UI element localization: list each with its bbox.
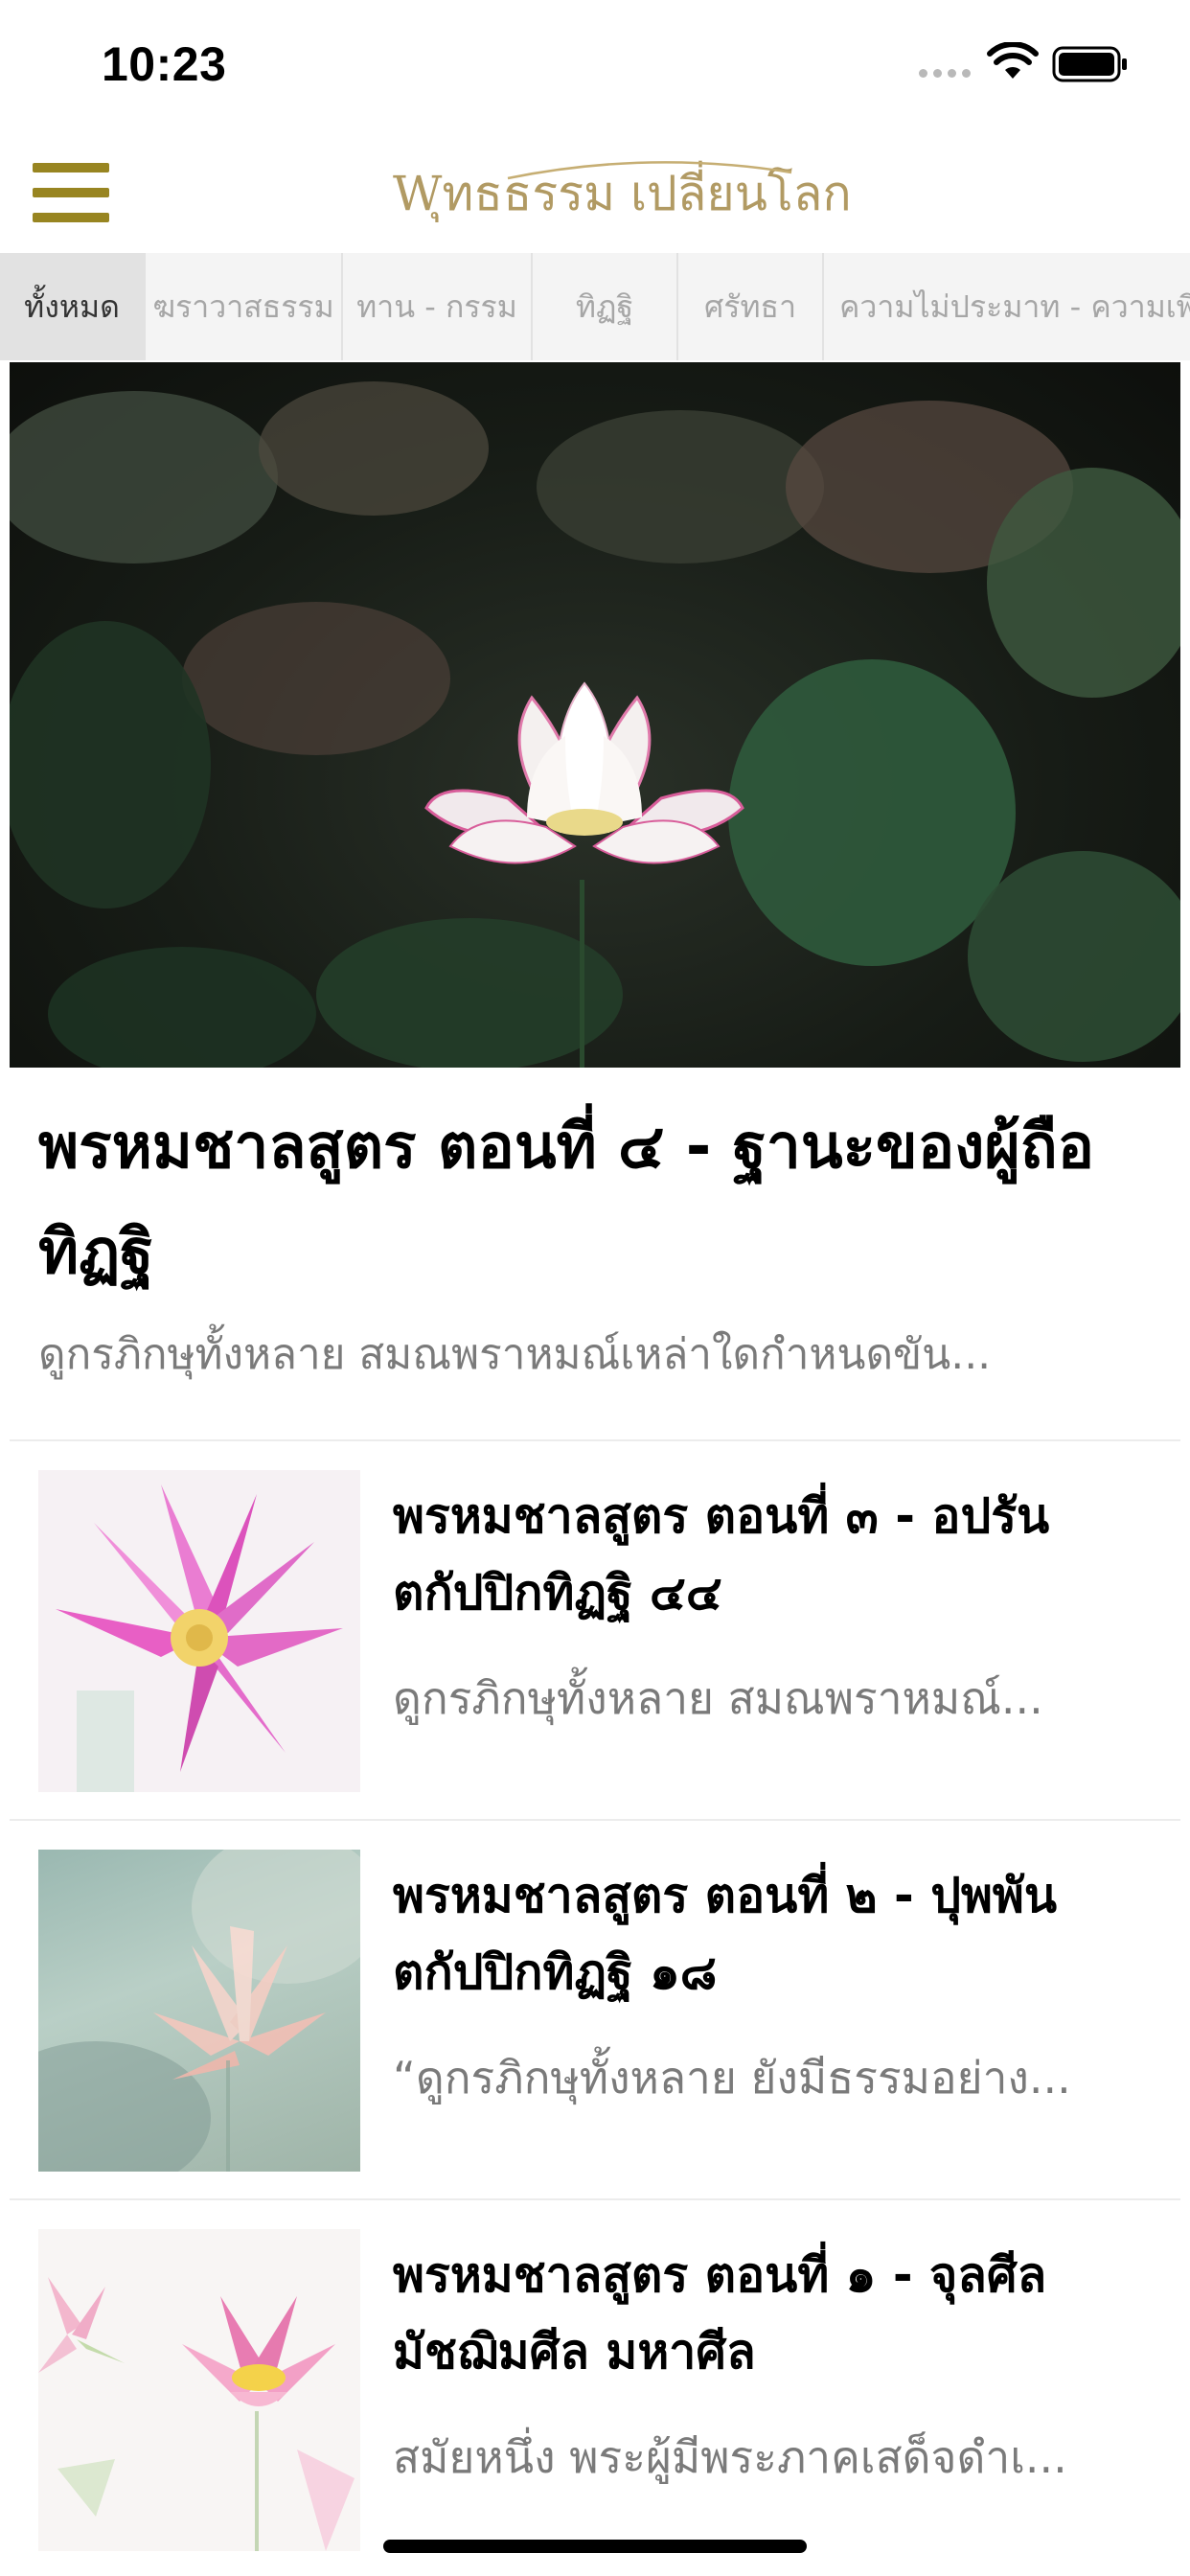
pink-lotus-photo xyxy=(38,1470,360,1792)
featured-image xyxy=(10,362,1180,1068)
article-excerpt: สมัยหนึ่ง พระผู้มีพระภาคเสด็จดำเ... xyxy=(393,2431,1067,2483)
app-screen: 10:23 Wุทธธรรม เปลี่ยนโลก ทั้งหมด ฆราวาส… xyxy=(0,0,1190,2576)
article-thumbnail xyxy=(38,1850,360,2172)
article-title: พรหมชาลสูตร ตอนที่ ๒ - ปุพพันตกัปปิกทิฏฐ… xyxy=(393,1868,1058,2000)
tab-appamada[interactable]: ความไม่ประมาท - ความเพีย xyxy=(824,253,1190,360)
tab-dana-kamma[interactable]: ทาน - กรรม xyxy=(343,253,533,360)
tab-saddha[interactable]: ศรัทธา xyxy=(678,253,824,360)
article-excerpt: “ดูกรภิกษุทั้งหลาย ยังมีธรรมอย่าง... xyxy=(393,2052,1071,2104)
lotus-photo xyxy=(10,381,1180,1068)
article-item-ep2[interactable]: พรหมชาลสูตร ตอนที่ ๒ - ปุพพันตกัปปิกทิฏฐ… xyxy=(10,1821,1180,2200)
article-excerpt: ดูกรภิกษุทั้งหลาย สมณพราหมณ์... xyxy=(393,1672,1043,1724)
misty-lotus-photo xyxy=(38,1850,360,2172)
featured-article[interactable]: พรหมชาลสูตร ตอนที่ ๔ - ฐานะของผู้ถือทิฏฐ… xyxy=(10,362,1180,1439)
featured-title: พรหมชาลสูตร ตอนที่ ๔ - ฐานะของผู้ถือทิฏฐ… xyxy=(38,1112,1095,1288)
article-item-ep3[interactable]: พรหมชาลสูตร ตอนที่ ๓ - อปรันตกัปปิกทิฏฐิ… xyxy=(10,1441,1180,1821)
wifi-icon xyxy=(987,42,1039,79)
tab-lay-dhamma[interactable]: ฆราวาสธรรม xyxy=(146,253,343,360)
logo-arc-icon xyxy=(507,161,792,180)
home-indicator[interactable] xyxy=(383,2540,807,2553)
tab-all[interactable]: ทั้งหมด xyxy=(0,253,146,360)
battery-icon xyxy=(1052,46,1127,82)
hamburger-menu-icon[interactable] xyxy=(33,163,109,222)
watercolor-lotus-photo xyxy=(38,2229,360,2551)
cellular-signal-icon xyxy=(919,69,971,78)
featured-excerpt: ดูกรภิกษุทั้งหลาย สมณพราหมณ์เหล่าใดกำหนด… xyxy=(38,1330,992,1379)
article-item-ep1[interactable]: พรหมชาลสูตร ตอนที่ ๑ - จุลศีล มัชฌิมศีล … xyxy=(10,2200,1180,2576)
app-header: Wุทธธรรม เปลี่ยนโลก xyxy=(0,126,1190,253)
tab-ditthi[interactable]: ทิฏฐิ xyxy=(533,253,678,360)
article-thumbnail xyxy=(38,1470,360,1792)
status-time: 10:23 xyxy=(102,37,227,91)
article-thumbnail xyxy=(38,2229,360,2551)
status-bar: 10:23 xyxy=(0,0,1190,126)
app-logo: Wุทธธรรม เปลี่ยนโลก xyxy=(393,155,852,232)
category-tabs: ทั้งหมด ฆราวาสธรรม ทาน - กรรม ทิฏฐิ ศรัท… xyxy=(0,253,1190,360)
article-title: พรหมชาลสูตร ตอนที่ ๓ - อปรันตกัปปิกทิฏฐิ… xyxy=(393,1488,1050,1621)
article-title: พรหมชาลสูตร ตอนที่ ๑ - จุลศีล มัชฌิมศีล … xyxy=(393,2247,1047,2380)
